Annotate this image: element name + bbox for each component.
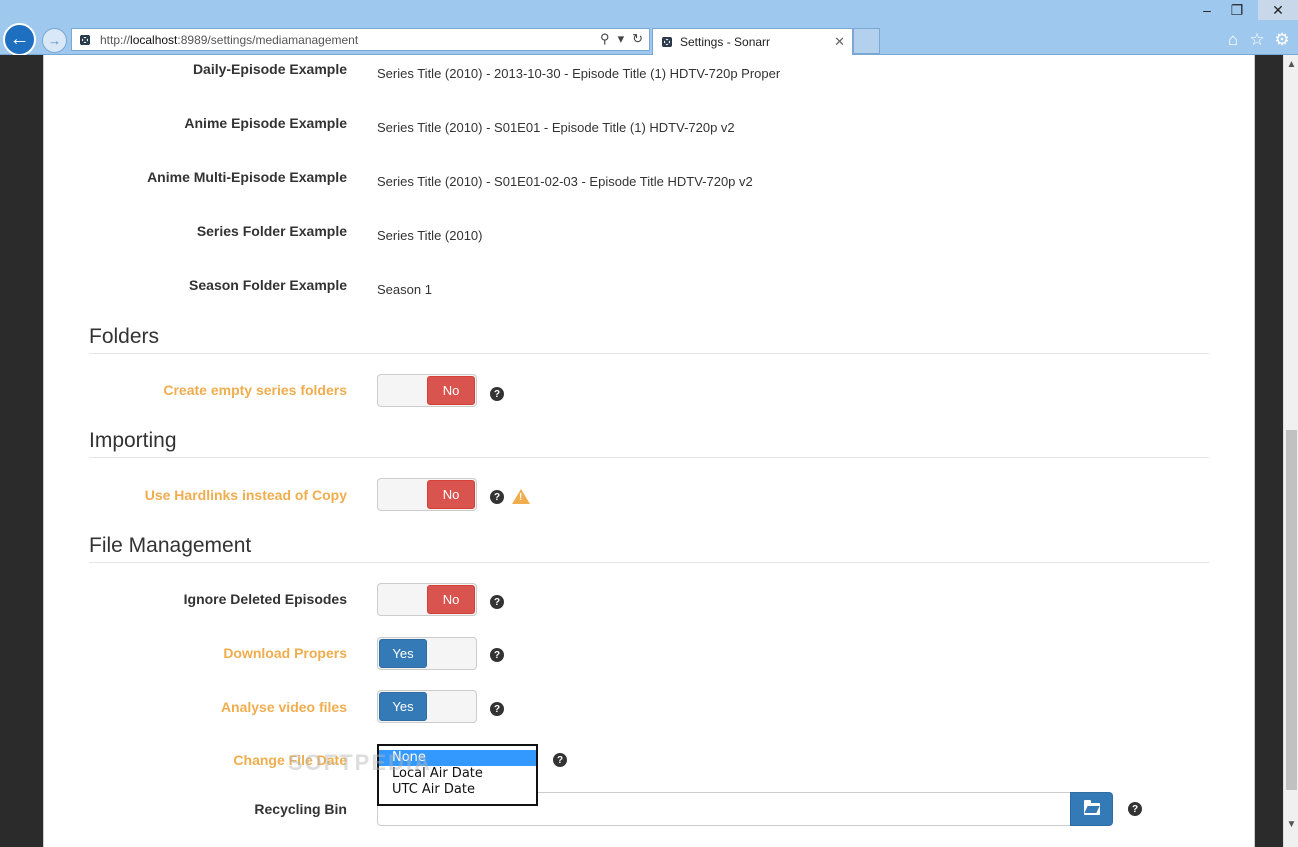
browser-tab[interactable]: Settings - Sonarr ✕ [652,28,853,55]
help-icon[interactable]: ? [1128,802,1142,816]
section-file-management: File Management [89,534,1209,563]
star-icon[interactable]: ☆ [1246,29,1268,51]
toggle-state: No [427,585,475,614]
warning-icon[interactable]: ! [512,489,530,504]
url-prefix: http:// [100,32,131,47]
address-bar[interactable]: http://localhost:8989/settings/mediamana… [71,28,650,51]
dropdown-option-local-air-date[interactable]: Local Air Date [379,766,536,782]
help-icon[interactable]: ? [490,490,504,504]
daily-episode-example-label: Daily-Episode Example [192,61,347,77]
dropdown-option-utc-air-date[interactable]: UTC Air Date [379,782,536,798]
close-tab-icon[interactable]: ✕ [834,34,845,50]
toggle-state: No [427,480,475,509]
url-path: :8989/settings/mediamanagement [177,32,359,47]
minimize-button[interactable]: ‒ [1192,0,1222,20]
change-file-date-dropdown[interactable]: None Local Air Date UTC Air Date [377,744,538,806]
anime-episode-example-value: Series Title (2010) - S01E01 - Episode T… [377,120,735,135]
analyse-video-label: Analyse video files [220,699,347,715]
new-tab-button[interactable] [853,28,880,54]
gear-icon[interactable]: ⚙ [1271,29,1293,51]
section-importing: Importing [89,429,1209,458]
help-icon[interactable]: ? [553,753,567,767]
series-folder-example-value: Series Title (2010) [377,228,483,243]
refresh-icon[interactable]: ↻ [632,31,643,47]
url-host: localhost [130,32,178,47]
change-file-date-label: Change File Date [233,752,347,768]
search-icon[interactable]: ⚲ [600,31,610,47]
close-window-button[interactable]: ✕ [1258,0,1298,20]
use-hardlinks-label: Use Hardlinks instead of Copy [144,487,347,503]
download-propers-label: Download Propers [223,645,347,661]
help-icon[interactable]: ? [490,648,504,662]
browser-chrome: ‒ ❐ ✕ ← → http://localhost:8989/settings… [0,0,1298,56]
section-folders: Folders [89,325,1209,354]
forward-arrow-icon[interactable]: → [42,28,67,53]
toggle-state: Yes [379,692,427,721]
create-empty-folders-toggle[interactable]: No [377,374,477,407]
anime-episode-example-label: Anime Episode Example [184,115,347,131]
toggle-state: No [427,376,475,405]
back-arrow-icon[interactable]: ← [3,23,36,56]
help-icon[interactable]: ? [490,387,504,401]
scroll-down-icon[interactable]: ▼ [1284,819,1298,830]
browse-folder-button[interactable] [1070,792,1113,826]
anime-multi-episode-example-value: Series Title (2010) - S01E01-02-03 - Epi… [377,174,753,189]
home-icon[interactable]: ⌂ [1222,29,1244,51]
season-folder-example-label: Season Folder Example [189,277,347,293]
folder-open-icon [1083,800,1100,815]
download-propers-toggle[interactable]: Yes [377,637,477,670]
scroll-up-icon[interactable]: ▲ [1284,59,1298,70]
use-hardlinks-toggle[interactable]: No [377,478,477,511]
help-icon[interactable]: ? [490,595,504,609]
recycling-bin-label: Recycling Bin [254,801,347,817]
toggle-state: Yes [379,639,427,668]
dropdown-option-none[interactable]: None [379,750,536,766]
ignore-deleted-toggle[interactable]: No [377,583,477,616]
warning-glyph: ! [519,492,523,503]
restore-button[interactable]: ❐ [1222,0,1252,20]
tab-title: Settings - Sonarr [680,35,771,49]
sonarr-favicon-icon [78,33,92,47]
series-folder-example-label: Series Folder Example [196,223,347,239]
dropdown-icon[interactable]: ▾ [618,31,625,47]
analyse-video-toggle[interactable]: Yes [377,690,477,723]
daily-episode-example-value: Series Title (2010) - 2013-10-30 - Episo… [377,66,781,81]
help-icon[interactable]: ? [490,702,504,716]
ignore-deleted-label: Ignore Deleted Episodes [183,591,347,607]
season-folder-example-value: Season 1 [377,282,432,297]
sonarr-favicon-icon [660,35,674,49]
vertical-scrollbar[interactable]: ▲ ▼ [1283,55,1298,847]
anime-multi-episode-example-label: Anime Multi-Episode Example [147,169,347,185]
create-empty-folders-label: Create empty series folders [163,382,347,398]
scrollbar-thumb[interactable] [1286,430,1297,790]
